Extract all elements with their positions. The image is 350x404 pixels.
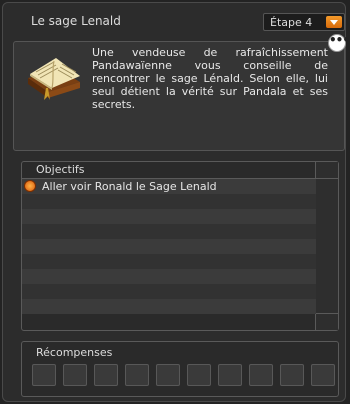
objective-label: Aller voir Ronald le Sage Lenald	[42, 180, 217, 193]
quest-title: Le sage Lenald	[31, 14, 121, 28]
reward-slot[interactable]	[63, 364, 87, 386]
quest-panel: Le sage Lenald Étape 4 Une vendeuse de r…	[2, 2, 346, 402]
list-item	[22, 194, 316, 209]
reward-slot[interactable]	[249, 364, 273, 386]
list-item	[22, 239, 316, 254]
list-item	[22, 299, 316, 314]
reward-slot[interactable]	[94, 364, 118, 386]
objectives-list: Aller voir Ronald le Sage Lenald	[22, 179, 316, 314]
more-options-icon: •••	[329, 33, 350, 47]
objectives-title: Objectifs	[36, 163, 85, 176]
reward-slot[interactable]	[156, 364, 180, 386]
list-item	[22, 224, 316, 239]
rewards-box: Récompenses	[21, 341, 339, 397]
reward-slot[interactable]	[280, 364, 304, 386]
list-item[interactable]: Aller voir Ronald le Sage Lenald	[22, 179, 316, 194]
quest-description: Une vendeuse de rafraîchissement Pandawa…	[92, 46, 328, 111]
chevron-down-icon[interactable]	[326, 16, 342, 28]
more-options-button[interactable]: •••	[328, 33, 350, 52]
objectives-scrollbar[interactable]	[315, 162, 338, 330]
list-item	[22, 284, 316, 299]
list-item	[22, 269, 316, 284]
description-box: Une vendeuse de rafraîchissement Pandawa…	[13, 41, 345, 151]
step-select[interactable]: Étape 4	[263, 13, 345, 31]
rewards-title: Récompenses	[36, 346, 113, 359]
objectives-box: Objectifs Aller voir Ronald le Sage Lena…	[21, 161, 339, 331]
reward-slot[interactable]	[218, 364, 242, 386]
reward-slot[interactable]	[125, 364, 149, 386]
reward-slot[interactable]	[311, 364, 335, 386]
objectives-header: Objectifs	[22, 162, 316, 179]
list-item	[22, 209, 316, 224]
title-bar: Le sage Lenald Étape 4	[9, 7, 345, 35]
reward-slot[interactable]	[187, 364, 211, 386]
book-icon	[28, 58, 80, 100]
objective-icon	[24, 180, 36, 192]
list-item	[22, 254, 316, 269]
step-label: Étape 4	[270, 16, 313, 29]
reward-slot[interactable]	[32, 364, 56, 386]
